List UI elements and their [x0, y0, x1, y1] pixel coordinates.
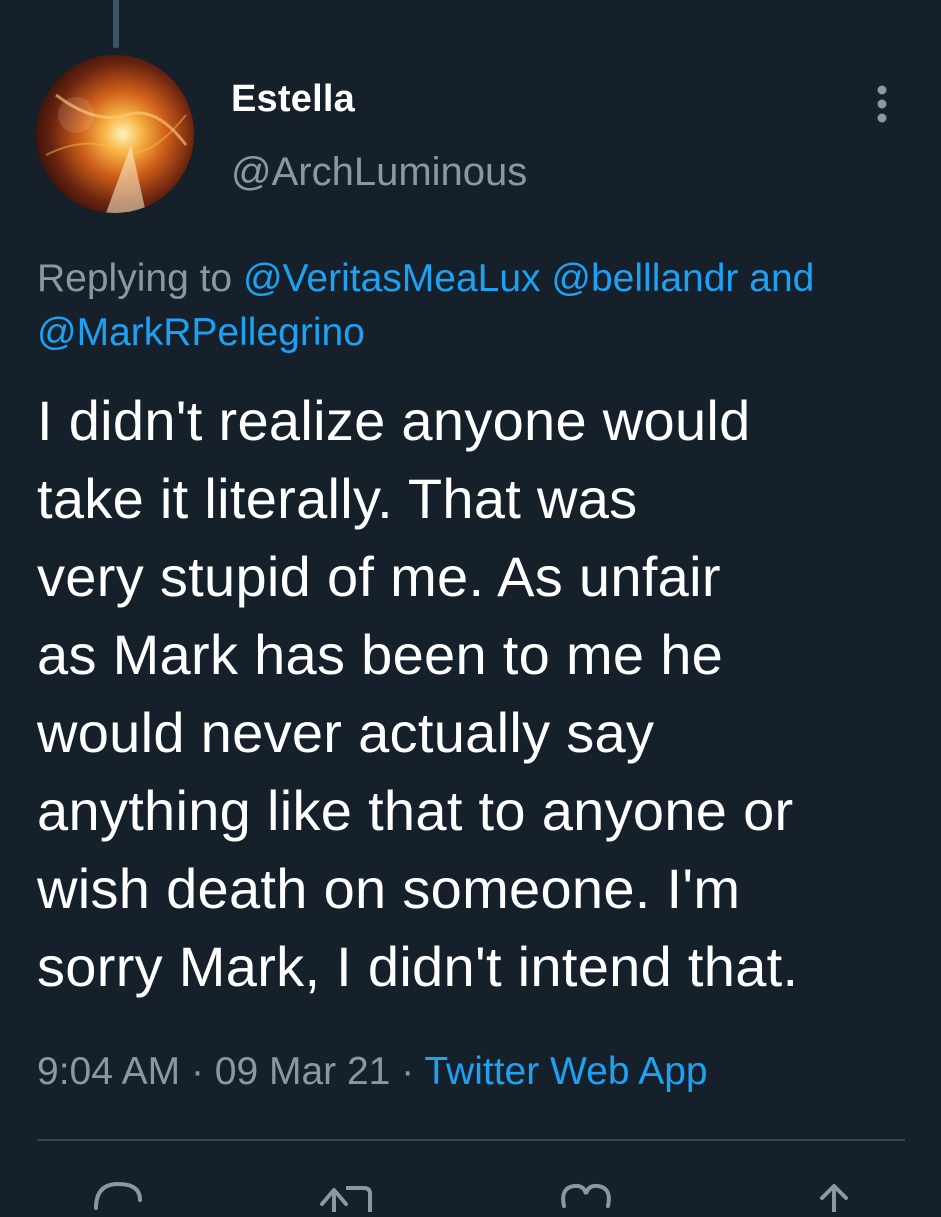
share-icon — [820, 1184, 848, 1212]
share-button[interactable] — [804, 1172, 864, 1212]
display-name[interactable]: Estella — [231, 78, 355, 121]
user-handle[interactable]: @ArchLuminous — [231, 150, 527, 195]
more-options-button[interactable] — [860, 82, 904, 126]
avatar[interactable] — [36, 55, 194, 213]
thread-connector-line — [113, 0, 119, 48]
tweet-date[interactable]: 09 Mar 21 — [215, 1050, 391, 1093]
divider — [37, 1139, 905, 1141]
like-button[interactable] — [556, 1172, 616, 1212]
more-vertical-icon — [877, 85, 887, 123]
avatar-image — [36, 55, 194, 213]
meta-separator: · — [401, 1050, 415, 1093]
replying-to-label: Replying to — [37, 257, 233, 300]
retweet-icon — [320, 1186, 372, 1212]
reply-icon — [94, 1181, 142, 1210]
reply-button[interactable] — [88, 1172, 148, 1212]
mention-joiner: and — [749, 257, 815, 300]
source-app-link[interactable]: Twitter Web App — [424, 1050, 707, 1093]
meta-separator: · — [190, 1050, 204, 1093]
heart-icon — [561, 1183, 611, 1208]
mention-link[interactable]: @VeritasMeaLux — [243, 257, 541, 300]
tweet-metadata: 9:04 AM · 09 Mar 21 · Twitter Web App — [37, 1050, 708, 1094]
replying-to: Replying to @VeritasMeaLux @belllandr an… — [37, 252, 917, 360]
mention-link[interactable]: @belllandr — [551, 257, 738, 300]
retweet-button[interactable] — [316, 1172, 376, 1212]
tweet-time[interactable]: 9:04 AM — [37, 1050, 180, 1093]
mention-link[interactable]: @MarkRPellegrino — [37, 311, 365, 354]
tweet-text: I didn't realize anyone would take it li… — [37, 389, 799, 998]
